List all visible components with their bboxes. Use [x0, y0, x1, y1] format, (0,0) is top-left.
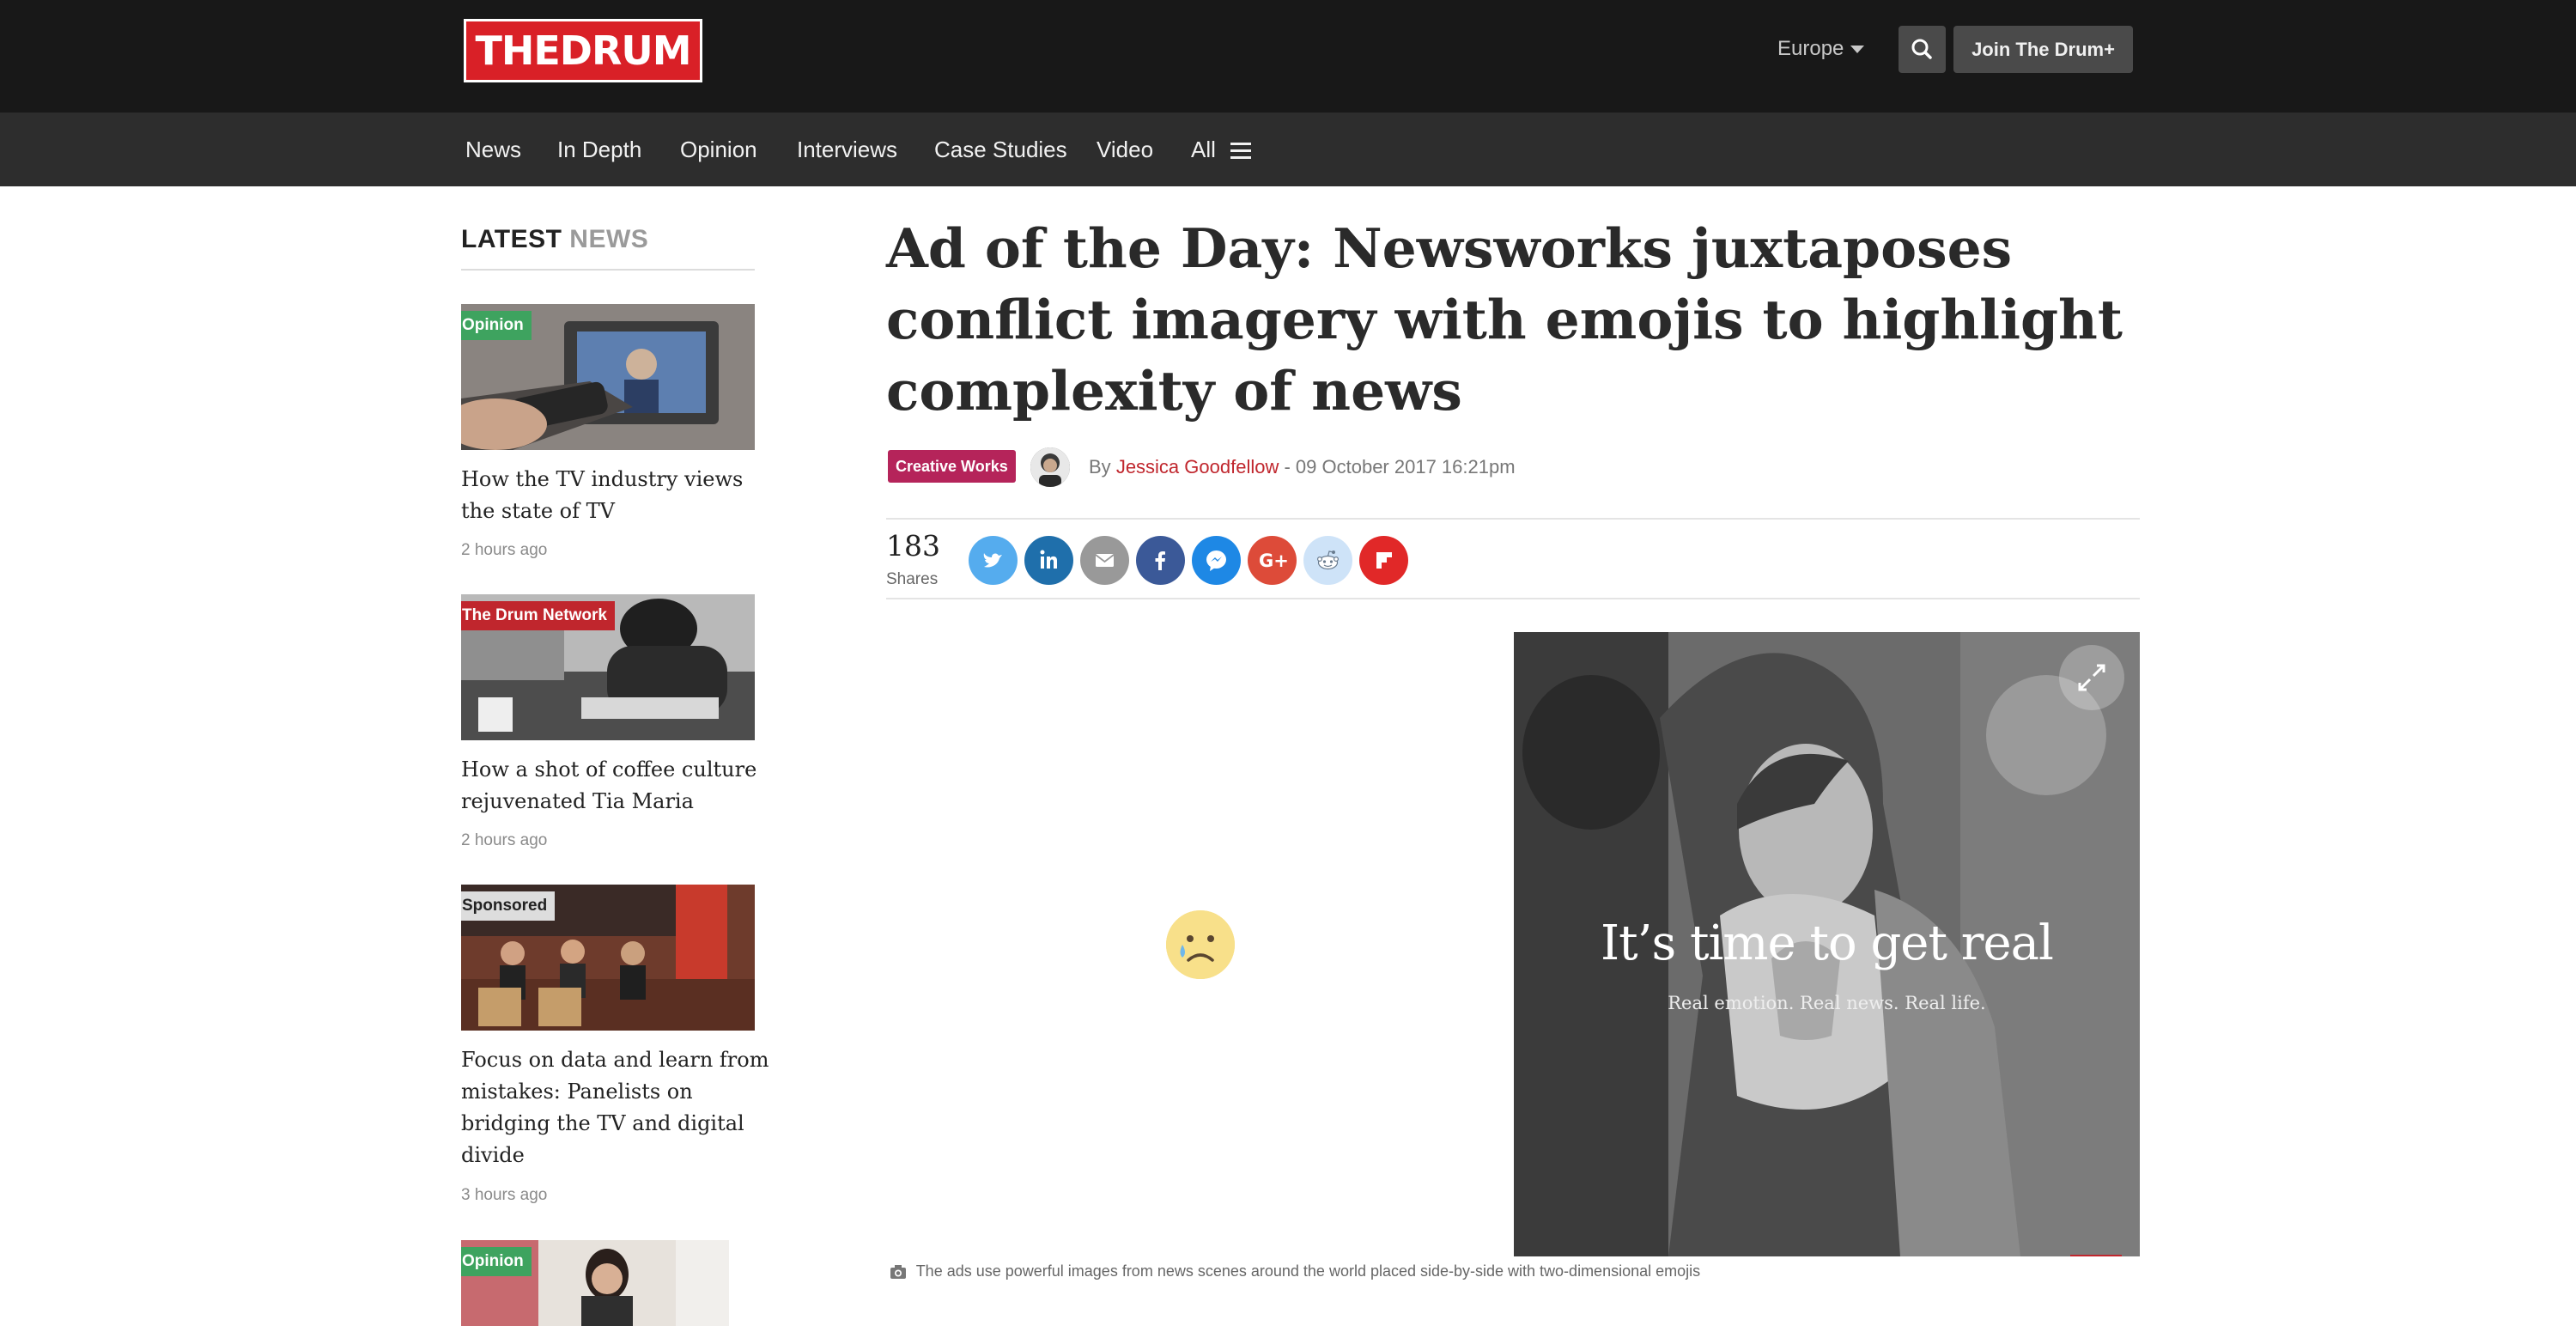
- news-card-time: 2 hours ago: [461, 541, 548, 559]
- share-googleplus-button[interactable]: G+: [1248, 536, 1297, 585]
- hero-subtitle: Real emotion. Real news. Real life.: [1668, 993, 1986, 1013]
- svg-text:G+: G+: [1259, 550, 1289, 571]
- expand-image-button[interactable]: [2059, 645, 2124, 710]
- sidebar-heading: LATEST NEWS: [461, 225, 648, 254]
- news-card-image[interactable]: Opinion: [461, 1240, 729, 1326]
- search-button[interactable]: [1899, 26, 1946, 73]
- email-icon: [1095, 554, 1115, 567]
- category-badge: Sponsored: [461, 891, 556, 921]
- news-card-time: 3 hours ago: [461, 1186, 548, 1204]
- twitter-icon: [983, 553, 1002, 568]
- flipboard-icon: [1376, 552, 1392, 569]
- sidebar-heading-latest: LATEST: [461, 225, 562, 253]
- camera-icon: [890, 1265, 906, 1280]
- share-flipboard-button[interactable]: [1359, 536, 1408, 585]
- facebook-icon: [1155, 551, 1165, 570]
- share-facebook-button[interactable]: [1136, 536, 1185, 585]
- news-card-image[interactable]: Opinion: [461, 304, 755, 450]
- google-plus-icon: G+: [1259, 550, 1289, 571]
- sidebar-divider: [461, 269, 755, 271]
- top-bar: THEDRUM Europe Join The Drum+: [0, 0, 2576, 113]
- nav-item-case-studies[interactable]: Case Studies: [934, 113, 1067, 186]
- messenger-icon: [1206, 550, 1226, 571]
- hero-title: It’s time to get real: [1601, 915, 2054, 971]
- share-label: Shares: [886, 570, 939, 588]
- category-badge: The Drum Network: [461, 601, 615, 630]
- share-linkedin-button[interactable]: [1024, 536, 1073, 585]
- share-twitter-button[interactable]: [969, 536, 1018, 585]
- expand-icon: [2078, 664, 2105, 691]
- sidebar-heading-news: NEWS: [569, 225, 649, 253]
- news-card-image[interactable]: Sponsored: [461, 885, 755, 1031]
- image-caption: The ads use powerful images from news sc…: [890, 1262, 1700, 1280]
- nav-item-all-label: All: [1191, 137, 1216, 162]
- site-logo[interactable]: THEDRUM: [464, 19, 702, 82]
- publish-date: - 09 October 2017 16:21pm: [1284, 456, 1516, 477]
- news-card-title[interactable]: How a shot of coffee culture rejuvenated…: [461, 754, 770, 818]
- nav-item-interviews[interactable]: Interviews: [797, 113, 897, 186]
- category-badge: Opinion: [461, 1247, 532, 1276]
- author-avatar[interactable]: [1030, 447, 1070, 487]
- hero-image[interactable]: It’s time to get real Real emotion. Real…: [1514, 632, 2140, 1256]
- news-card-title[interactable]: Focus on data and learn from mistakes: P…: [461, 1044, 770, 1171]
- share-count: 183: [886, 529, 940, 563]
- nav-item-in-depth[interactable]: In Depth: [557, 113, 641, 186]
- divider: [886, 518, 2140, 520]
- nav-item-all[interactable]: All: [1191, 113, 1252, 186]
- category-badge: Opinion: [461, 311, 532, 340]
- author-link[interactable]: Jessica Goodfellow: [1116, 456, 1279, 477]
- share-email-button[interactable]: [1080, 536, 1129, 585]
- category-tag[interactable]: Creative Works: [888, 450, 1016, 483]
- join-button[interactable]: Join The Drum+: [1953, 26, 2133, 73]
- linkedin-icon: [1040, 550, 1057, 569]
- byline: By Jessica Goodfellow - 09 October 2017 …: [1089, 455, 1516, 479]
- news-card-title[interactable]: How the TV industry views the state of T…: [461, 464, 770, 527]
- nav-item-opinion[interactable]: Opinion: [680, 113, 757, 186]
- main-nav: News In Depth Opinion Interviews Case St…: [0, 113, 2576, 186]
- news-card-image[interactable]: The Drum Network: [461, 594, 755, 740]
- share-messenger-button[interactable]: [1192, 536, 1241, 585]
- sad-emoji-icon: [1166, 910, 1235, 979]
- share-reddit-button[interactable]: [1303, 536, 1352, 585]
- news-card-time: 2 hours ago: [461, 831, 548, 849]
- article-headline: Ad of the Day: Newsworks juxtaposes conf…: [886, 216, 2123, 423]
- image-caption-text: The ads use powerful images from news sc…: [915, 1262, 1701, 1280]
- chevron-down-icon: [1850, 46, 1865, 54]
- reddit-icon: [1317, 550, 1339, 570]
- region-selector[interactable]: Europe: [1777, 34, 1865, 64]
- nav-item-video[interactable]: Video: [1097, 113, 1153, 186]
- nav-item-news[interactable]: News: [465, 113, 521, 186]
- divider: [886, 598, 2140, 599]
- byline-by: By: [1089, 456, 1111, 477]
- search-icon: [1911, 39, 1932, 59]
- region-label: Europe: [1777, 37, 1844, 60]
- menu-icon: [1230, 143, 1252, 160]
